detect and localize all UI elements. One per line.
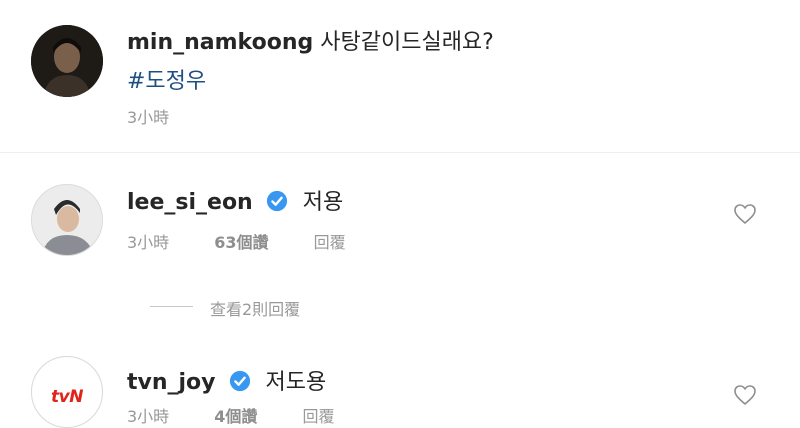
heart-icon[interactable] (733, 384, 757, 406)
comment-username[interactable]: lee_si_eon (127, 190, 253, 215)
comment-meta-1: 3小時 63個讚 回覆 (127, 229, 346, 253)
comment-avatar-image (32, 185, 102, 255)
comment-timestamp: 3小時 (127, 233, 170, 252)
section-divider (0, 152, 800, 153)
comment-avatar-lee-si-eon[interactable] (31, 184, 103, 256)
post-author-avatar-image (31, 25, 103, 97)
tvn-logo: tvN (51, 387, 83, 407)
post-timestamp: 3小時 (127, 108, 170, 127)
comment-line-1: lee_si_eon 저용 (127, 184, 343, 216)
comment-likes-count[interactable]: 63個讚 (214, 233, 268, 252)
comment-avatar-tvn-joy[interactable]: tvN (31, 356, 103, 428)
post-caption-line: min_namkoong 사탕같이드실래요? (127, 24, 494, 56)
reply-button[interactable]: 回覆 (314, 233, 346, 252)
replies-divider-line (150, 306, 193, 307)
post-caption-text: 사탕같이드실래요? (320, 30, 494, 55)
verified-badge-icon (266, 190, 287, 212)
post-author-username[interactable]: min_namkoong (127, 30, 313, 55)
comment-text: 저도용 (265, 370, 327, 395)
post-hashtag-link[interactable]: #도정우 (127, 63, 206, 95)
comment-text: 저용 (302, 190, 344, 215)
view-replies-button[interactable]: 查看2則回覆 (210, 296, 300, 320)
verified-badge-icon (229, 370, 250, 392)
comment-line-2: tvn_joy 저도용 (127, 364, 326, 396)
comment-meta-2: 3小時 4個讚 回覆 (127, 403, 335, 427)
heart-icon[interactable] (733, 203, 757, 225)
comment-username[interactable]: tvn_joy (127, 370, 216, 395)
post-author-avatar[interactable] (31, 25, 103, 97)
